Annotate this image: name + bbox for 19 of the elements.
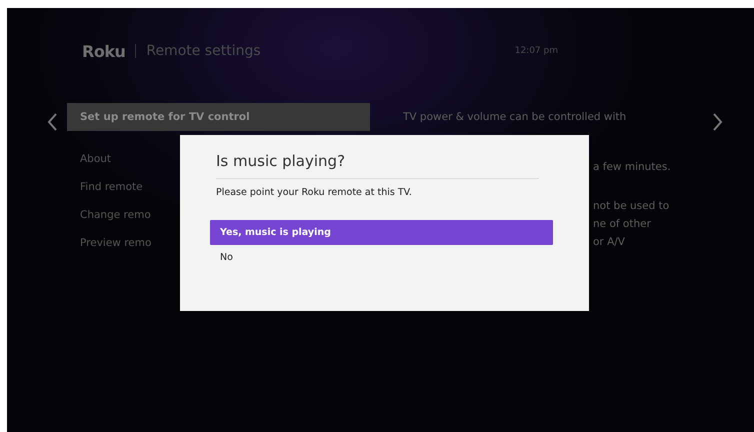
menu-item[interactable]: Preview remo <box>67 229 152 257</box>
page-title: Remote settings <box>146 43 261 59</box>
menu-item[interactable]: About <box>67 145 112 173</box>
description-line: not be used to <box>593 199 670 214</box>
dialog-message: Please point your Roku remote at this TV. <box>216 187 413 198</box>
menu-item[interactable]: Find remote <box>67 173 143 201</box>
chevron-right-icon[interactable] <box>713 113 723 131</box>
roku-logo: Roku <box>82 42 126 60</box>
description-line: TV power & volume can be controlled with <box>403 110 628 125</box>
description-line: ne of other <box>593 217 652 232</box>
description-line: or A/V <box>593 235 626 250</box>
dialog-title: Is music playing? <box>216 152 539 179</box>
chevron-left-icon[interactable] <box>47 113 57 131</box>
menu-item[interactable]: Set up remote for TV control <box>67 103 370 131</box>
dialog-option[interactable]: No <box>210 245 553 270</box>
clock-time: 12:07 pm <box>514 46 558 56</box>
dialog-option[interactable]: Yes, music is playing <box>210 220 553 245</box>
description-line: a few minutes. <box>593 160 672 175</box>
menu-item[interactable]: Change remo <box>67 201 151 229</box>
